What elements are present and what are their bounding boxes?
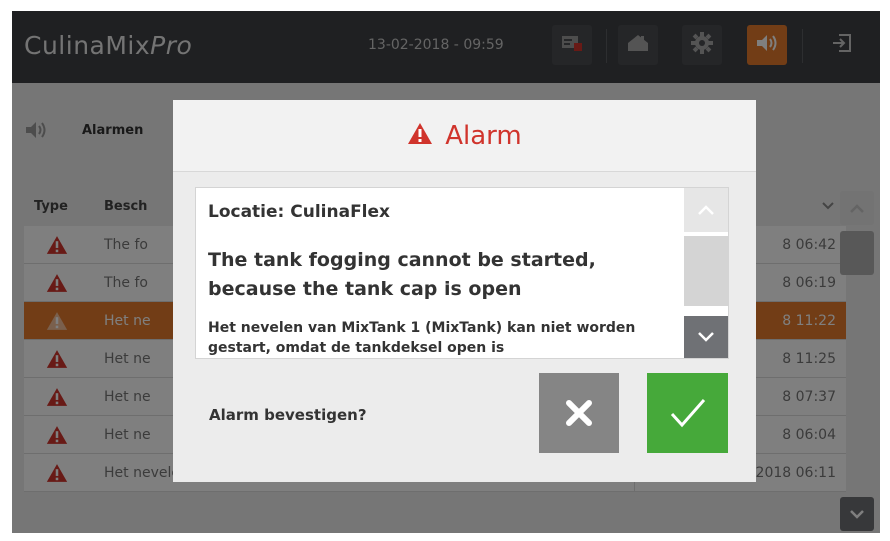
app-screen: CulinaMixPro 13-02-2018 - 09:59 xyxy=(12,11,880,533)
dialog-header: Alarm xyxy=(173,100,756,172)
confirm-button[interactable] xyxy=(647,373,728,453)
alarm-dialog: Alarm Locatie: CulinaFlex The tank foggi… xyxy=(173,100,756,482)
confirm-question: Alarm bevestigen? xyxy=(209,406,367,424)
alarm-message-english: The tank fogging cannot be started, beca… xyxy=(208,249,596,300)
chevron-down-icon xyxy=(698,332,714,342)
alarm-location: Locatie: CulinaFlex xyxy=(208,202,391,222)
message-scroll-up-button[interactable] xyxy=(684,188,728,232)
message-scrollbar[interactable] xyxy=(684,188,728,358)
message-scroll-thumb[interactable] xyxy=(684,236,728,306)
alarm-message-dutch: Het nevelen van MixTank 1 (MixTank) kan … xyxy=(208,320,636,356)
dialog-title: Alarm xyxy=(445,120,522,151)
cancel-button[interactable] xyxy=(539,373,619,453)
checkmark-icon xyxy=(670,399,705,428)
message-scroll-down-button[interactable] xyxy=(684,316,728,358)
chevron-up-icon xyxy=(698,205,714,215)
close-icon xyxy=(566,400,592,426)
warning-icon xyxy=(407,122,433,149)
alarm-message-box: Locatie: CulinaFlex The tank fogging can… xyxy=(195,187,729,359)
